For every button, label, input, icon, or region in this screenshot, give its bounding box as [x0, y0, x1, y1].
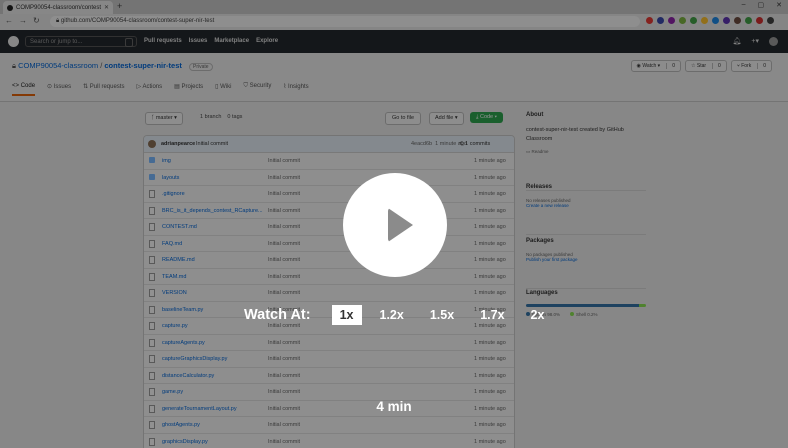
video-duration: 4 min [376, 399, 412, 414]
speed-1-5x[interactable]: 1.5x [422, 305, 462, 325]
video-thumbnail: COMP90054-classroom/contest ✕ + – ▢ ✕ ← … [0, 0, 788, 448]
speed-2x[interactable]: 2x [523, 305, 553, 325]
watch-at-label: Watch At: [244, 307, 311, 323]
playback-speed-selector: Watch At: 1x 1.2x 1.5x 1.7x 2x [244, 305, 562, 325]
play-icon [388, 208, 413, 242]
speed-1-2x[interactable]: 1.2x [372, 305, 412, 325]
speed-1x[interactable]: 1x [331, 305, 362, 325]
speed-1-7x[interactable]: 1.7x [472, 305, 512, 325]
play-button[interactable] [343, 173, 447, 277]
